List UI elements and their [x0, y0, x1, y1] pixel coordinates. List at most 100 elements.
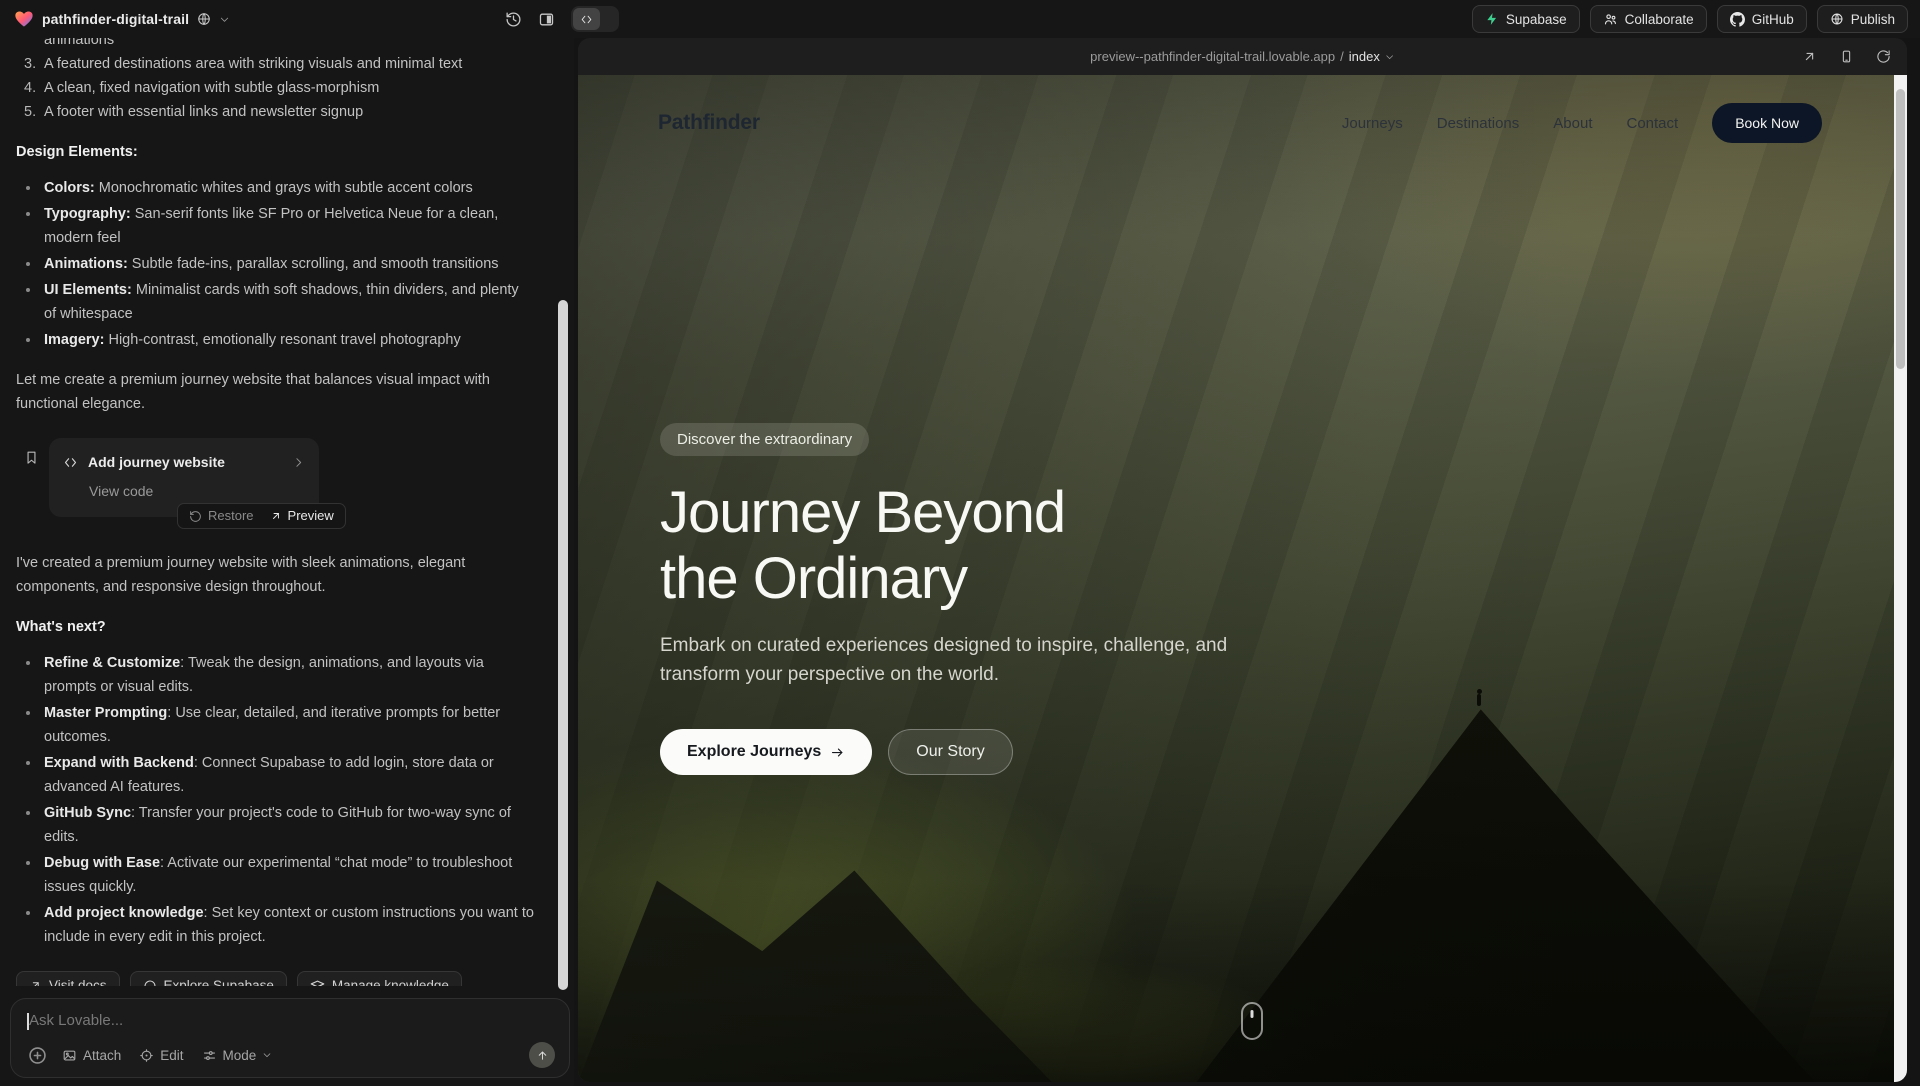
mobile-view-icon[interactable] [1839, 49, 1854, 64]
list-item: Debug with Ease: Activate our experiment… [16, 851, 534, 899]
panel-layout-icon[interactable] [538, 11, 555, 28]
clipped-list-line: animations [44, 38, 534, 52]
scroll-mouse-indicator [1241, 1002, 1263, 1040]
next-steps-list: Refine & Customize: Tweak the design, an… [16, 651, 534, 949]
list-item: Expand with Backend: Connect Supabase to… [16, 751, 534, 799]
restore-button[interactable]: Restore [189, 504, 254, 528]
sliders-icon [202, 1048, 217, 1063]
site-scrollbar-thumb[interactable] [1896, 89, 1905, 369]
design-elements-heading: Design Elements: [16, 140, 534, 164]
target-icon [139, 1048, 154, 1063]
app-topbar: pathfinder-digital-trail Supabase Collab… [0, 0, 1920, 38]
preview-url-bar[interactable]: preview--pathfinder-digital-trail.lovabl… [1090, 38, 1395, 75]
publish-button[interactable]: Publish [1817, 5, 1908, 33]
site-navbar: Pathfinder Journeys Destinations About C… [658, 103, 1822, 143]
send-button[interactable] [529, 1042, 555, 1068]
preview-panel: preview--pathfinder-digital-trail.lovabl… [578, 38, 1907, 1082]
supabase-button[interactable]: Supabase [1472, 5, 1580, 33]
our-story-button[interactable]: Our Story [888, 729, 1012, 775]
open-external-icon[interactable] [1802, 49, 1817, 64]
list-item: 3.A featured destinations area with stri… [16, 52, 534, 76]
composer-toolbar: Attach Edit Mode [27, 1042, 555, 1068]
graduation-cap-icon [310, 978, 325, 986]
refresh-icon[interactable] [1876, 49, 1891, 64]
chat-panel: animations 3.A featured destinations are… [0, 38, 574, 1086]
chevron-down-icon [219, 14, 230, 25]
project-name: pathfinder-digital-trail [42, 11, 189, 27]
restore-preview-toolbar: Restore Preview [177, 503, 346, 529]
preview-url-domain: preview--pathfinder-digital-trail.lovabl… [1090, 49, 1335, 64]
site-scrollbar-track[interactable] [1894, 75, 1907, 1082]
edit-button[interactable]: Edit [139, 1048, 183, 1063]
hero-cta-row: Explore Journeys Our Story [660, 729, 1300, 775]
code-icon [573, 8, 600, 30]
hero-heading: Journey Beyond the Ordinary [660, 480, 1300, 612]
explore-journeys-button[interactable]: Explore Journeys [660, 729, 872, 775]
collaborate-button[interactable]: Collaborate [1590, 5, 1707, 33]
ask-lovable-input[interactable] [27, 1012, 555, 1029]
list-item: 5.A footer with essential links and news… [16, 100, 534, 124]
site-nav-links: Journeys Destinations About Contact [1342, 115, 1678, 132]
hero-badge: Discover the extraordinary [660, 423, 869, 456]
add-journey-website-card[interactable]: Add journey website View code Restore Pr… [49, 438, 319, 517]
chat-bubble-icon [143, 979, 157, 987]
list-item: Animations: Subtle fade-ins, parallax sc… [16, 252, 534, 276]
assistant-paragraph: Let me create a premium journey website … [16, 368, 534, 416]
view-controls [505, 0, 619, 38]
nav-link-contact[interactable]: Contact [1626, 115, 1678, 132]
list-item: Typography: San-serif fonts like SF Pro … [16, 202, 534, 250]
list-item: Refine & Customize: Tweak the design, an… [16, 651, 534, 699]
bookmark-icon[interactable] [24, 450, 39, 465]
view-code-link[interactable]: View code [89, 479, 305, 503]
chevron-down-icon [262, 1050, 272, 1060]
publish-globe-icon [1830, 12, 1844, 26]
chat-scrollbar-thumb[interactable] [558, 300, 568, 990]
site-viewport: Pathfinder Journeys Destinations About C… [578, 75, 1907, 1082]
design-bullet-list: Colors: Monochromatic whites and grays w… [16, 176, 534, 352]
project-menu[interactable]: pathfinder-digital-trail [0, 9, 230, 29]
preview-url-page: index [1349, 49, 1380, 64]
arrow-up-right-icon [29, 979, 42, 986]
history-icon[interactable] [505, 11, 522, 28]
book-now-button[interactable]: Book Now [1712, 103, 1822, 143]
numbered-list: 3.A featured destinations area with stri… [16, 52, 534, 124]
chevron-down-icon [1385, 52, 1395, 62]
visit-docs-chip[interactable]: Visit docs [16, 971, 120, 986]
code-view-toggle[interactable] [571, 6, 619, 32]
preview-actions [1802, 38, 1891, 75]
github-icon [1730, 12, 1745, 27]
list-item: Imagery: High-contrast, emotionally reso… [16, 328, 534, 352]
manage-knowledge-chip[interactable]: Manage knowledge [297, 971, 462, 986]
preview-header: preview--pathfinder-digital-trail.lovabl… [578, 38, 1907, 75]
hero-subheading: Embark on curated experiences designed t… [660, 632, 1270, 689]
list-item: Add project knowledge: Set key context o… [16, 901, 534, 949]
mode-selector[interactable]: Mode [202, 1048, 273, 1063]
hiker-silhouette [1477, 694, 1481, 706]
lovable-heart-logo-icon [14, 9, 34, 29]
site-logo[interactable]: Pathfinder [658, 111, 760, 135]
nav-link-about[interactable]: About [1553, 115, 1592, 132]
list-item: Master Prompting: Use clear, detailed, a… [16, 701, 534, 749]
text-caret [27, 1013, 29, 1030]
hero-content: Discover the extraordinary Journey Beyon… [660, 423, 1300, 775]
card-title: Add journey website [88, 450, 282, 474]
supabase-bolt-icon [1485, 12, 1499, 26]
nav-link-destinations[interactable]: Destinations [1437, 115, 1520, 132]
attach-button[interactable]: Attach [62, 1048, 121, 1063]
explore-supabase-chip[interactable]: Explore Supabase [130, 971, 287, 986]
chevron-right-icon [292, 456, 305, 469]
chat-message-area: animations 3.A featured destinations are… [0, 38, 574, 986]
code-change-block: Add journey website View code Restore Pr… [24, 438, 534, 517]
whats-next-heading: What's next? [16, 615, 534, 639]
list-item: UI Elements: Minimalist cards with soft … [16, 278, 534, 326]
preview-button[interactable]: Preview [270, 504, 334, 528]
topbar-actions: Supabase Collaborate GitHub Publish [1472, 0, 1908, 38]
chat-composer[interactable]: Attach Edit Mode [10, 998, 570, 1078]
add-button[interactable] [27, 1045, 48, 1066]
nav-link-journeys[interactable]: Journeys [1342, 115, 1403, 132]
assistant-paragraph: I've created a premium journey website w… [16, 551, 534, 599]
arrow-up-right-icon [270, 510, 282, 522]
globe-status-icon [197, 12, 211, 26]
github-button[interactable]: GitHub [1717, 5, 1807, 33]
image-icon [62, 1048, 77, 1063]
